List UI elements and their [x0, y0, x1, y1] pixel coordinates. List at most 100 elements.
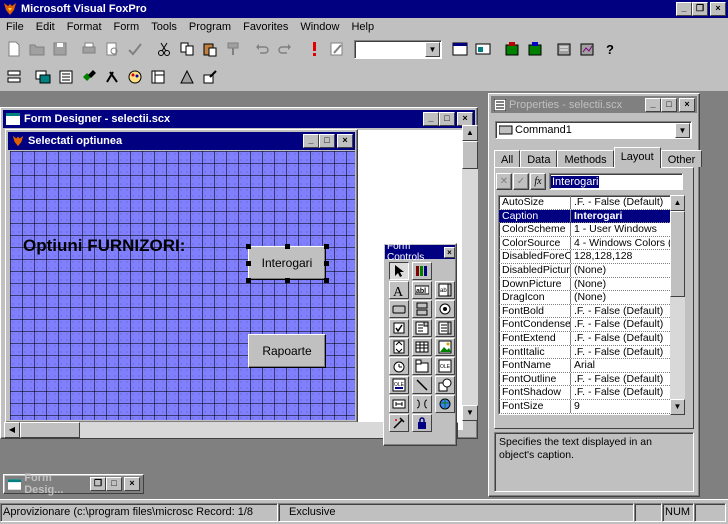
menu-program[interactable]: Program — [183, 21, 237, 33]
image-tool-icon[interactable] — [435, 338, 455, 356]
property-value[interactable]: .F. - False (Default) — [571, 373, 684, 386]
object-selector[interactable]: Command1 ▼ — [495, 121, 692, 139]
form-builder-icon[interactable] — [175, 66, 198, 88]
property-row[interactable]: FontName Arial — [499, 359, 684, 373]
print-preview-icon[interactable] — [100, 38, 123, 60]
form-wizard-icon[interactable] — [500, 38, 523, 60]
menu-help[interactable]: Help — [345, 21, 380, 33]
minimized-form-designer[interactable]: Form Desig... ❐ □ × — [3, 472, 144, 496]
modify-icon[interactable] — [325, 38, 348, 60]
property-row[interactable]: FontSize 9 — [499, 399, 684, 414]
cancel-icon[interactable]: ✕ — [496, 173, 512, 190]
tab-order-icon[interactable] — [2, 66, 25, 88]
print-icon[interactable] — [77, 38, 100, 60]
tab-data[interactable]: Data — [520, 150, 558, 167]
property-row[interactable]: Caption Interogari — [499, 209, 684, 224]
format-painter-icon[interactable] — [221, 38, 244, 60]
button-lock-icon[interactable] — [412, 414, 432, 432]
minimize-button[interactable]: _ — [676, 2, 692, 16]
tab-methods[interactable]: Methods — [557, 150, 614, 167]
scroll-left-icon[interactable]: ◀ — [4, 422, 20, 438]
timer-tool-icon[interactable] — [389, 357, 409, 375]
form-maximize-button[interactable]: □ — [319, 134, 335, 148]
menu-edit[interactable]: Edit — [30, 21, 61, 33]
color-palette-icon[interactable] — [123, 66, 146, 88]
menu-form[interactable]: Form — [108, 21, 146, 33]
fd-maximize-button[interactable]: □ — [439, 112, 455, 126]
select-objects-icon[interactable] — [389, 262, 409, 280]
grid-tool-icon[interactable] — [412, 338, 432, 356]
fc-close-button[interactable]: × — [444, 246, 455, 258]
builder-lock-icon[interactable] — [389, 414, 409, 432]
property-value[interactable]: (None) — [571, 291, 684, 304]
scroll-up-icon[interactable]: ▲ — [670, 195, 685, 211]
property-row[interactable]: AutoSize .F. - False (Default) — [499, 196, 684, 210]
spelling-icon[interactable] — [123, 38, 146, 60]
view-window-icon[interactable] — [471, 38, 494, 60]
menu-tools[interactable]: Tools — [145, 21, 183, 33]
tab-other[interactable]: Other — [660, 150, 703, 167]
property-row[interactable]: FontBold .F. - False (Default) — [499, 304, 684, 319]
autoreport-icon[interactable] — [575, 38, 598, 60]
form-window[interactable]: Selectati optiunea _ □ × Optiuni FURNIZO… — [5, 129, 358, 423]
property-row[interactable]: DisabledPicture (None) — [499, 263, 684, 278]
property-row[interactable]: ColorSource 4 - Windows Colors (D — [499, 236, 684, 251]
property-row[interactable]: FontOutline .F. - False (Default) — [499, 372, 684, 387]
ole-bound-tool-icon[interactable]: OLE — [389, 376, 409, 394]
property-value[interactable]: .F. - False (Default) — [571, 305, 684, 318]
fd-close-button[interactable]: × — [457, 112, 473, 126]
form-close-button[interactable]: × — [337, 134, 353, 148]
scroll-thumb[interactable] — [670, 211, 685, 297]
property-value[interactable]: 1 - User Windows — [571, 223, 684, 236]
fd-minimize-button[interactable]: _ — [423, 112, 439, 126]
props-maximize-button[interactable]: □ — [661, 97, 677, 112]
help-icon[interactable]: ? — [598, 38, 621, 60]
property-row[interactable]: FontShadow .F. - False (Default) — [499, 386, 684, 400]
property-value[interactable]: (None) — [571, 264, 684, 277]
data-environment-icon[interactable] — [31, 66, 54, 88]
form-minimize-button[interactable]: _ — [303, 134, 319, 148]
scroll-down-icon[interactable]: ▼ — [670, 399, 685, 415]
new-icon[interactable] — [2, 38, 25, 60]
menu-format[interactable]: Format — [61, 21, 108, 33]
paste-icon[interactable] — [198, 38, 221, 60]
properties-window-icon[interactable] — [54, 66, 77, 88]
props-minimize-button[interactable]: _ — [645, 97, 661, 112]
autoformat-icon[interactable] — [198, 66, 221, 88]
code-window-icon[interactable] — [77, 66, 100, 88]
min-restore-button[interactable]: ❐ — [90, 477, 106, 491]
form-canvas[interactable]: Optiuni FURNIZORI: Interogari Rapoarte — [10, 151, 355, 420]
menu-favorites[interactable]: Favorites — [237, 21, 294, 33]
autoform-icon[interactable] — [552, 38, 575, 60]
separator-tool-icon[interactable] — [412, 395, 432, 413]
container-tool-icon[interactable] — [389, 395, 409, 413]
chevron-down-icon[interactable]: ▼ — [675, 123, 690, 138]
label-optiuni-furnizori[interactable]: Optiuni FURNIZORI: — [23, 236, 185, 256]
property-row[interactable]: FontItalic .F. - False (Default) — [499, 345, 684, 360]
line-tool-icon[interactable] — [412, 376, 432, 394]
chevron-down-icon[interactable]: ▼ — [425, 41, 440, 57]
ole-container-tool-icon[interactable]: OLE — [435, 357, 455, 375]
open-icon[interactable] — [25, 38, 48, 60]
property-grid[interactable]: AutoSize .F. - False (Default) Caption Inte… — [498, 195, 685, 415]
combobox-tool-icon[interactable] — [412, 319, 432, 337]
undo-icon[interactable] — [250, 38, 273, 60]
property-value[interactable]: Arial — [571, 359, 684, 372]
command-group-tool-icon[interactable] — [412, 300, 432, 318]
property-value[interactable]: Interogari — [571, 210, 684, 223]
form-controls-toolbar-icon[interactable] — [100, 66, 123, 88]
tab-all[interactable]: All — [494, 150, 521, 167]
shape-tool-icon[interactable] — [435, 376, 455, 394]
scroll-up-icon[interactable]: ▲ — [462, 125, 478, 141]
report-wizard-icon[interactable] — [523, 38, 546, 60]
view-classes-icon[interactable] — [412, 262, 432, 280]
close-button[interactable]: × — [710, 2, 726, 16]
property-value[interactable]: .F. - False (Default) — [571, 318, 684, 331]
designer-vertical-scrollbar[interactable]: ▲ ▼ — [462, 125, 478, 421]
property-row[interactable]: DownPicture (None) — [499, 277, 684, 292]
scroll-thumb[interactable] — [462, 141, 478, 169]
function-icon[interactable]: fx — [530, 173, 546, 190]
checkbox-tool-icon[interactable] — [389, 319, 409, 337]
property-value-input[interactable]: Interogari — [549, 173, 683, 190]
command-rapoarte[interactable]: Rapoarte — [248, 334, 326, 368]
